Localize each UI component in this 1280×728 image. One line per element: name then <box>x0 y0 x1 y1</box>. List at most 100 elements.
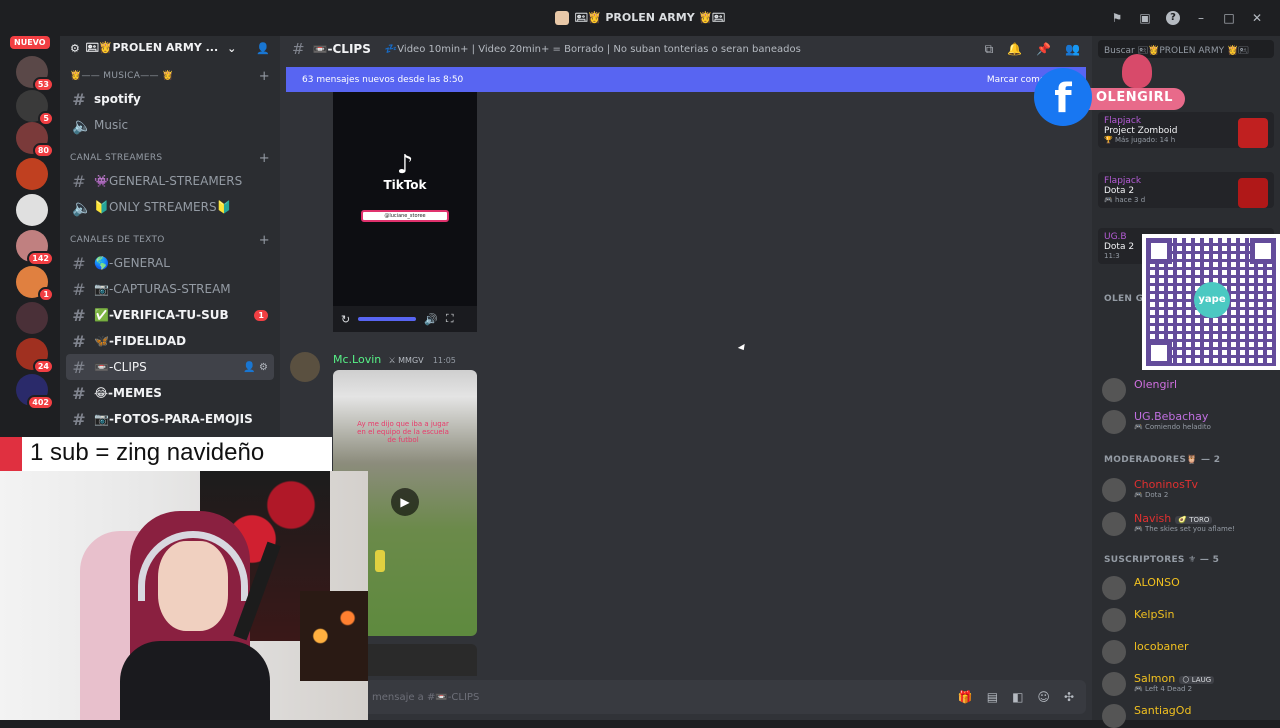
channel-label: 🌎-GENERAL <box>94 256 170 270</box>
message-time: 11:05 <box>432 356 456 365</box>
mention-badge: 24 <box>32 359 54 374</box>
member-item[interactable]: Navish 🥑 TORO 🎮 The skies set you aflame! <box>1102 512 1235 536</box>
apps-icon[interactable]: ✣ <box>1064 690 1074 704</box>
server-icon[interactable]: 53 <box>16 56 54 92</box>
hash-icon: # <box>72 409 86 429</box>
play-icon[interactable]: ▶ <box>391 488 419 516</box>
hash-icon: # <box>72 279 86 299</box>
channel-label: 👾GENERAL-STREAMERS <box>94 174 243 188</box>
notification-badge: 1 <box>254 309 268 321</box>
channel-item[interactable]: # 😂-MEMES <box>66 380 274 406</box>
member-item[interactable]: SantiagOd <box>1102 704 1191 728</box>
add-channel-icon[interactable]: + <box>259 151 270 166</box>
channel-category[interactable]: CANALES DE TEXTO + <box>60 230 280 250</box>
server-icon[interactable] <box>16 194 48 226</box>
message-composer[interactable]: mensaje a #📼-CLIPS 🎁 ▤ ◧ ☺ ✣ <box>286 680 1086 714</box>
channel-list: 👸—— MUSICA—— 👸 + # spotify 🔈 Music CANAL STREA… <box>60 66 280 484</box>
minimize-icon[interactable]: – <box>1194 11 1208 25</box>
avatar <box>1102 378 1126 402</box>
member-item[interactable]: locobaner <box>1102 640 1189 664</box>
avatar-cartoon <box>1122 54 1152 88</box>
add-channel-icon[interactable]: + <box>259 233 270 248</box>
server-icon[interactable]: 24 <box>16 338 54 374</box>
tiktok-logo: ♪ TikTok <box>383 152 427 192</box>
channel-topic[interactable]: 💤Video 10min+ | Video 20min+ = Borrado |… <box>385 44 801 55</box>
maximize-icon[interactable]: □ <box>1222 11 1236 25</box>
server-icon[interactable]: 5 <box>16 90 54 126</box>
fullscreen-icon[interactable]: ⛶ <box>446 312 454 326</box>
yape-logo: yape <box>1194 282 1230 318</box>
channel-settings-icon[interactable]: 👤 ⚙ <box>243 362 268 373</box>
member-item[interactable]: KelpSin <box>1102 608 1174 632</box>
mention-badge: 1 <box>38 287 54 302</box>
member-item[interactable]: Olengirl <box>1102 378 1177 402</box>
server-icon[interactable]: 142 <box>16 230 54 266</box>
add-member-icon[interactable]: 👤 <box>256 42 270 55</box>
avatar <box>1102 704 1126 728</box>
channel-label: 😂-MEMES <box>94 386 162 400</box>
bell-icon[interactable]: 🔔 <box>1007 42 1022 56</box>
server-icon[interactable]: 1 <box>16 266 54 302</box>
server-header[interactable]: ⚙ 🖭👸PROLEN ARMY ... ⌄ 👤 <box>60 36 280 60</box>
search-input[interactable]: Buscar 🖭👸PROLEN ARMY 👸🖭 <box>1098 40 1274 58</box>
member-item[interactable]: ChoninosTv 🎮 Dota 2 <box>1102 478 1198 502</box>
pin-icon[interactable]: 📌 <box>1036 42 1051 56</box>
server-icon[interactable]: 402 <box>16 374 54 410</box>
channel-category[interactable]: CANAL STREAMERS + <box>60 148 280 168</box>
tiktok-video[interactable]: ♪ TikTok @luciane_storee ↻ 🔊 ⛶ <box>333 92 477 332</box>
member-item[interactable]: UG.Bebachay 🎮 Comiendo heladito <box>1102 410 1211 434</box>
sticker-icon[interactable]: ◧ <box>1012 690 1023 704</box>
channel-item[interactable]: 🔈 Music <box>66 112 274 138</box>
channel-item[interactable]: # 👾GENERAL-STREAMERS <box>66 168 274 194</box>
composer-placeholder: mensaje a #📼-CLIPS <box>372 691 480 703</box>
lights <box>300 591 368 681</box>
member-item[interactable]: ALONSO <box>1102 576 1180 600</box>
gift-icon[interactable]: 🎁 <box>958 690 973 704</box>
threads-icon[interactable]: ⧉ <box>985 42 994 57</box>
members-icon[interactable]: 👥 <box>1065 42 1080 56</box>
server-icon[interactable] <box>16 158 48 190</box>
server-icon[interactable]: 80 <box>16 122 54 158</box>
channel-header: # 📼-CLIPS 💤Video 10min+ | Video 20min+ =… <box>280 36 1092 62</box>
group-header-subs: SUSCRIPTORES ⚜ — 5 <box>1104 555 1220 565</box>
screen-icon[interactable]: ▣ <box>1138 11 1152 25</box>
facebook-name: OLENGIRL <box>1086 88 1185 110</box>
message-author[interactable]: Mc.Lovin <box>333 353 381 366</box>
sub-banner-text: 1 sub = zing navideño <box>30 439 265 466</box>
channel-item[interactable]: # 🌎-GENERAL <box>66 250 274 276</box>
gif-icon[interactable]: ▤ <box>987 690 998 704</box>
volume-icon[interactable]: 🔊 <box>424 313 438 326</box>
server-icon[interactable] <box>16 302 48 334</box>
channel-item[interactable]: # 📼-CLIPS 👤 ⚙ <box>66 354 274 380</box>
member-name: UG.Bebachay <box>1134 410 1209 423</box>
inbox-icon[interactable]: ⚑ <box>1110 11 1124 25</box>
chevron-down-icon: ⌄ <box>227 41 237 55</box>
member-item[interactable]: Salmon 🌕 LAUG 🎮 Left 4 Dead 2 <box>1102 672 1215 696</box>
add-channel-icon[interactable]: + <box>259 69 270 84</box>
activity-card[interactable]: Flapjack Dota 2 🎮 hace 3 d <box>1098 172 1274 208</box>
channel-item[interactable]: # spotify <box>66 86 274 112</box>
new-messages-banner[interactable]: 63 mensajes nuevos desde las 8:50 Marcar… <box>286 67 1086 92</box>
hash-icon: # <box>72 305 86 325</box>
emoji-icon[interactable]: ☺ <box>1037 690 1050 704</box>
member-status: 🎮 Left 4 Dead 2 <box>1134 685 1193 693</box>
channel-item[interactable]: # 📷-CAPTURAS-STREAM <box>66 276 274 302</box>
channel-item[interactable]: # ✅-VERIFICA-TU-SUB 1 <box>66 302 274 328</box>
channel-item[interactable]: # 🦋-FIDELIDAD <box>66 328 274 354</box>
channel-category[interactable]: 👸—— MUSICA—— 👸 + <box>60 66 280 86</box>
qr-finder <box>1250 238 1276 264</box>
volume-slider[interactable] <box>358 317 417 321</box>
member-list: Buscar 🖭👸PROLEN ARMY 👸🖭 Flapjack Project … <box>1092 36 1280 728</box>
channel-item[interactable]: 🔈 🔰ONLY STREAMERS🔰 <box>66 194 274 220</box>
help-icon[interactable]: ? <box>1166 11 1180 25</box>
replay-icon[interactable]: ↻ <box>341 313 350 326</box>
member-name: locobaner <box>1134 640 1189 653</box>
category-label: CANAL STREAMERS <box>70 153 163 163</box>
avatar[interactable] <box>290 352 320 382</box>
channel-label: 📼-CLIPS <box>94 360 147 374</box>
window-title-text: 🖭👸 PROLEN ARMY 👸🖭 <box>574 10 726 24</box>
close-icon[interactable]: ✕ <box>1250 11 1264 25</box>
speaker-icon: 🔈 <box>72 197 92 217</box>
channel-item[interactable]: # 📷-FOTOS-PARA-EMOJIS <box>66 406 274 432</box>
hash-icon: # <box>72 383 86 403</box>
